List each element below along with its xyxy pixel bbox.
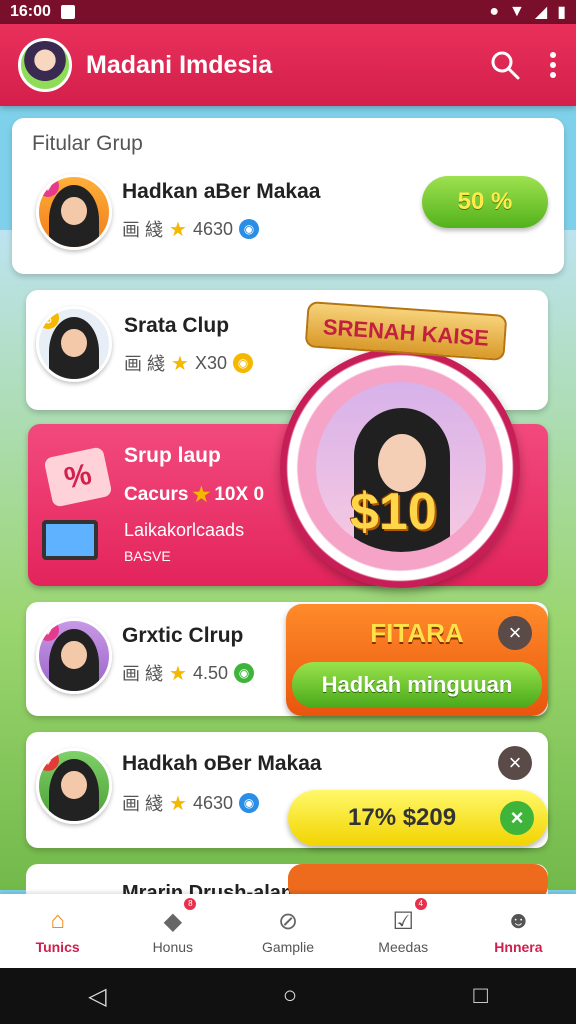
section-title: Fitular Grup bbox=[32, 132, 143, 155]
computer-icon bbox=[42, 520, 98, 560]
person-icon: ☻ bbox=[505, 907, 532, 934]
coin-icon: ◉ bbox=[239, 219, 259, 239]
promo-subtitle-b: 10X 0 bbox=[214, 483, 265, 505]
group-meta-chars: 画 綫 bbox=[122, 794, 164, 814]
coin-badge-icon: $ bbox=[39, 309, 59, 329]
status-time: 16:00 bbox=[10, 3, 51, 20]
group-rating: 4630 bbox=[192, 792, 233, 813]
recents-icon[interactable]: □ bbox=[473, 982, 488, 1010]
group-meta-chars: 画 綫 bbox=[122, 220, 164, 240]
reward-medal[interactable]: SRENAH KAISE $10 bbox=[270, 300, 550, 590]
close-icon[interactable]: × bbox=[498, 616, 532, 650]
bottom-tab-bar: ⌂ Tunics ◆ 8 Honus ⊘ Gamplie ☑ 4 Meedas … bbox=[0, 894, 576, 968]
heart-icon: ♥ bbox=[39, 751, 59, 771]
tab-label: Hnnera bbox=[494, 939, 543, 955]
promo-small: BASVE bbox=[124, 548, 171, 564]
heart-icon: ♥ bbox=[39, 621, 59, 641]
discount-button[interactable]: 50 % bbox=[422, 176, 548, 228]
app-bar: Madani Imdesia bbox=[0, 24, 576, 106]
tab-label: Meedas bbox=[378, 939, 429, 955]
feature-action-card[interactable]: FITARA × Hadkah minguuan bbox=[286, 604, 548, 716]
tab-badge: 4 bbox=[414, 898, 427, 910]
home-icon[interactable]: ○ bbox=[283, 982, 298, 1010]
more-vert-icon[interactable] bbox=[548, 50, 558, 80]
group-meta-chars: 画 綫 bbox=[124, 354, 166, 374]
promo-title: Srup laup bbox=[124, 444, 221, 467]
profile-avatar[interactable] bbox=[18, 38, 72, 92]
offer-pill[interactable]: 17% $209 × bbox=[288, 790, 548, 846]
star-icon: ★ bbox=[171, 352, 189, 375]
house-icon: ⌂ bbox=[50, 907, 65, 934]
status-bar: 16:00 ● ▼ ◢ ▮ bbox=[0, 0, 576, 24]
offer-pill-label: 17% $209 bbox=[348, 804, 457, 831]
close-icon[interactable]: × bbox=[500, 801, 534, 835]
medal-amount: $10 bbox=[350, 483, 437, 541]
tab-label: Tunics bbox=[35, 939, 80, 955]
app-title: Madani Imdesia bbox=[86, 50, 273, 79]
promo-subtitle: Cacurs ★ 10X 0 bbox=[124, 482, 264, 507]
tab-gamplie[interactable]: ⊘ Gamplie bbox=[230, 894, 345, 968]
group-meta: 画 綫 ★ 4630 ◉ bbox=[122, 790, 259, 816]
compass-icon: ⊘ bbox=[277, 907, 299, 935]
heart-icon: ♥ bbox=[39, 177, 59, 197]
group-rating: 4.50 bbox=[192, 662, 228, 683]
coin-icon: ◉ bbox=[232, 353, 253, 373]
star-icon: ★ bbox=[169, 792, 187, 815]
group-meta: 画 綫 ★ X30 ◉ bbox=[124, 350, 253, 376]
star-icon: ★ bbox=[169, 218, 187, 241]
tag-icon: ◆ bbox=[163, 907, 183, 935]
group-rating: 4630 bbox=[192, 218, 233, 239]
coin-icon: ◉ bbox=[239, 793, 259, 813]
system-nav-bar: ◁ ○ □ bbox=[0, 968, 576, 1024]
group-rating: X30 bbox=[194, 352, 227, 373]
back-icon[interactable]: ◁ bbox=[88, 982, 106, 1011]
search-icon[interactable] bbox=[490, 50, 520, 80]
group-name: Grxtic Clrup bbox=[122, 624, 244, 647]
group-name: Hadkan aBer Makaa bbox=[122, 180, 321, 203]
battery-icon: ▮ bbox=[557, 4, 566, 21]
avatar: ♥ bbox=[36, 748, 112, 824]
featured-group-card[interactable]: Fitular Grup ♥ Hadkan aBer Makaa 画 綫 ★ 4… bbox=[12, 118, 564, 274]
coin-icon: ◉ bbox=[234, 663, 254, 683]
group-meta: 画 綫 ★ 4630 ◉ bbox=[122, 216, 259, 242]
avatar: $ bbox=[36, 306, 112, 382]
wifi-icon: ▼ bbox=[509, 3, 525, 20]
promo-line: Laikakorlcaads bbox=[124, 520, 245, 540]
avatar: ♥ bbox=[36, 174, 112, 250]
signal-icon: ◢ bbox=[534, 4, 548, 21]
tab-label: Honus bbox=[152, 939, 194, 955]
group-name: Srata Clup bbox=[124, 314, 230, 337]
feature-action-button[interactable]: Hadkah minguuan bbox=[292, 662, 542, 708]
group-meta: 画 綫 ★ 4.50 ◉ bbox=[122, 660, 254, 686]
tab-honus[interactable]: ◆ 8 Honus bbox=[115, 894, 230, 968]
medal-banner: SRENAH KAISE bbox=[304, 301, 508, 361]
group-meta-chars: 画 綫 bbox=[122, 664, 164, 684]
tab-label: Gamplie bbox=[261, 939, 315, 955]
location-icon: ● bbox=[489, 3, 500, 20]
star-icon: ★ bbox=[169, 662, 187, 685]
star-icon: ★ bbox=[192, 484, 211, 506]
avatar: ♥ bbox=[36, 618, 112, 694]
tab-badge: 8 bbox=[184, 898, 197, 910]
tab-tunics[interactable]: ⌂ Tunics bbox=[0, 894, 115, 968]
group-name: Hadkah oBer Makaa bbox=[122, 752, 322, 775]
percent-tag-icon: % bbox=[43, 446, 113, 508]
close-icon[interactable]: × bbox=[498, 746, 532, 780]
checkbox-icon: ☑ bbox=[392, 907, 414, 935]
promo-subtitle-a: Cacurs bbox=[124, 483, 189, 505]
tab-hnnera[interactable]: ☻ Hnnera bbox=[461, 894, 576, 968]
notification-icon bbox=[60, 5, 75, 19]
tab-meedas[interactable]: ☑ 4 Meedas bbox=[346, 894, 461, 968]
